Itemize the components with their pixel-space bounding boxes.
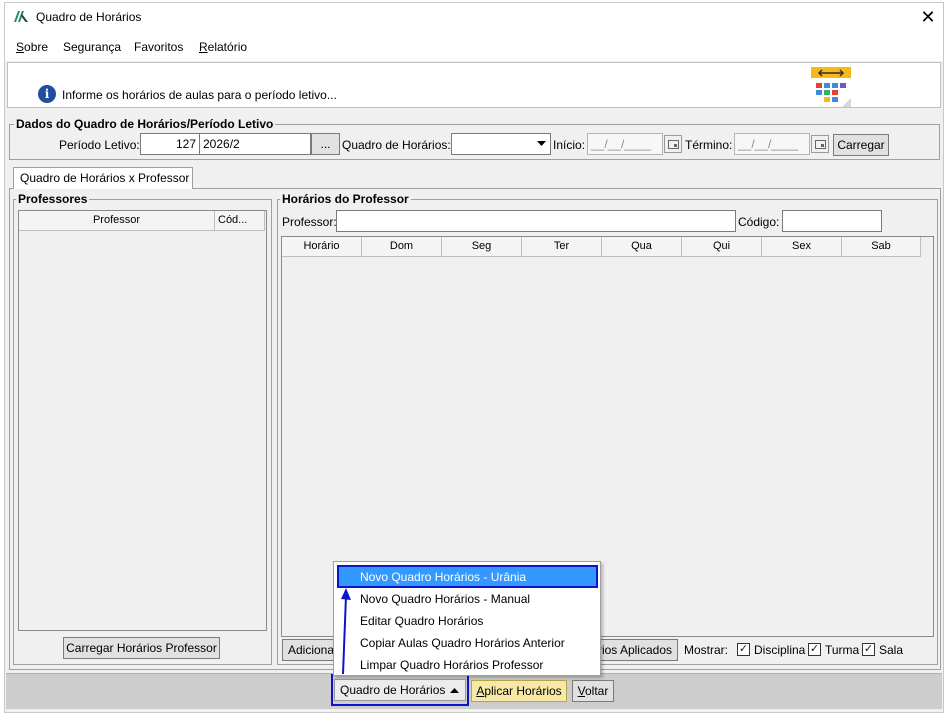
mostrar-label: Mostrar: <box>684 643 729 657</box>
menu-limpar-quadro[interactable]: Limpar Quadro Horários Professor <box>360 658 543 672</box>
calendar-icon <box>811 67 851 107</box>
sex-column-header[interactable]: Sex <box>762 237 842 257</box>
professores-grid[interactable] <box>18 210 267 631</box>
codigo-field-label: Código: <box>738 215 780 229</box>
horarios-group-title: Horários do Professor <box>280 192 411 206</box>
inicio-calendar-button[interactable] <box>664 135 682 153</box>
qui-column-header[interactable]: Qui <box>682 237 762 257</box>
inicio-label: Início: <box>553 138 586 152</box>
termino-label: Término: <box>685 138 733 152</box>
dropdown-arrow-icon <box>537 141 546 146</box>
professor-field-label: Professor: <box>282 215 337 229</box>
turma-label: Turma <box>825 643 860 657</box>
voltar-button[interactable]: Voltar <box>572 680 614 702</box>
dom-column-header[interactable]: Dom <box>362 237 442 257</box>
carregar-button[interactable]: Carregar <box>833 134 889 156</box>
ter-column-header[interactable]: Ter <box>522 237 602 257</box>
calendar-small-icon <box>815 140 826 149</box>
periodo-label: Período Letivo: <box>59 138 140 152</box>
menu-copiar-aulas[interactable]: Copiar Aulas Quadro Horários Anterior <box>360 636 565 650</box>
horarios-aplicados-button[interactable]: rios Aplicados <box>590 639 678 661</box>
menu-favoritos[interactable]: Favoritos <box>134 40 183 54</box>
info-icon: i <box>38 85 56 103</box>
annotation-arrow-icon <box>341 588 351 675</box>
annotation-box-quadro-button <box>331 674 469 706</box>
aplicar-horarios-button[interactable]: Aplicar Horários <box>471 680 567 702</box>
quadro-label: Quadro de Horários: <box>342 138 451 152</box>
calendar-small-icon <box>668 140 679 149</box>
tab-quadro-professor[interactable]: Quadro de Horários x Professor <box>13 167 193 189</box>
window-title: Quadro de Horários <box>36 10 142 24</box>
codigo-field[interactable] <box>782 210 882 232</box>
periodo-name-field[interactable]: 2026/2 <box>199 133 311 155</box>
disciplina-label: Disciplina <box>754 643 806 657</box>
quadro-select[interactable] <box>451 133 551 155</box>
info-text: Informe os horários de aulas para o perí… <box>62 88 337 102</box>
app-logo-icon <box>14 11 28 22</box>
dados-group-title: Dados do Quadro de Horários/Período Leti… <box>14 117 276 131</box>
sala-label: Sala <box>879 643 904 657</box>
periodo-search-button[interactable]: ... <box>311 133 340 155</box>
horario-column-header[interactable]: Horário <box>282 237 362 257</box>
qua-column-header[interactable]: Qua <box>602 237 682 257</box>
menu-sobre[interactable]: Sobre <box>16 40 48 54</box>
close-button[interactable]: ✕ <box>914 4 942 30</box>
termino-calendar-button[interactable] <box>811 135 829 153</box>
disciplina-checkbox[interactable]: ✓ <box>737 643 750 656</box>
menu-novo-quadro-urania[interactable]: Novo Quadro Horários - Urânia <box>360 570 526 584</box>
termino-date-field[interactable]: __/__/____ <box>734 133 810 155</box>
title-bar <box>5 3 943 33</box>
codigo-column-header[interactable]: Cód... <box>215 211 265 231</box>
turma-checkbox[interactable]: ✓ <box>808 643 821 656</box>
menu-novo-quadro-manual[interactable]: Novo Quadro Horários - Manual <box>360 592 530 606</box>
menu-editar-quadro[interactable]: Editar Quadro Horários <box>360 614 483 628</box>
seg-column-header[interactable]: Seg <box>442 237 522 257</box>
sab-column-header[interactable]: Sab <box>842 237 921 257</box>
professor-column-header[interactable]: Professor <box>19 211 215 231</box>
sala-checkbox[interactable]: ✓ <box>862 643 875 656</box>
professores-group-title: Professores <box>16 192 90 206</box>
carregar-horarios-professor-button[interactable]: Carregar Horários Professor <box>63 637 220 659</box>
menu-relatorio[interactable]: Relatório <box>199 40 247 54</box>
periodo-code-field[interactable]: 127 <box>140 133 200 155</box>
inicio-date-field[interactable]: __/__/____ <box>587 133 663 155</box>
menu-seguranca[interactable]: Segurança <box>63 40 121 54</box>
professor-field[interactable] <box>336 210 736 232</box>
